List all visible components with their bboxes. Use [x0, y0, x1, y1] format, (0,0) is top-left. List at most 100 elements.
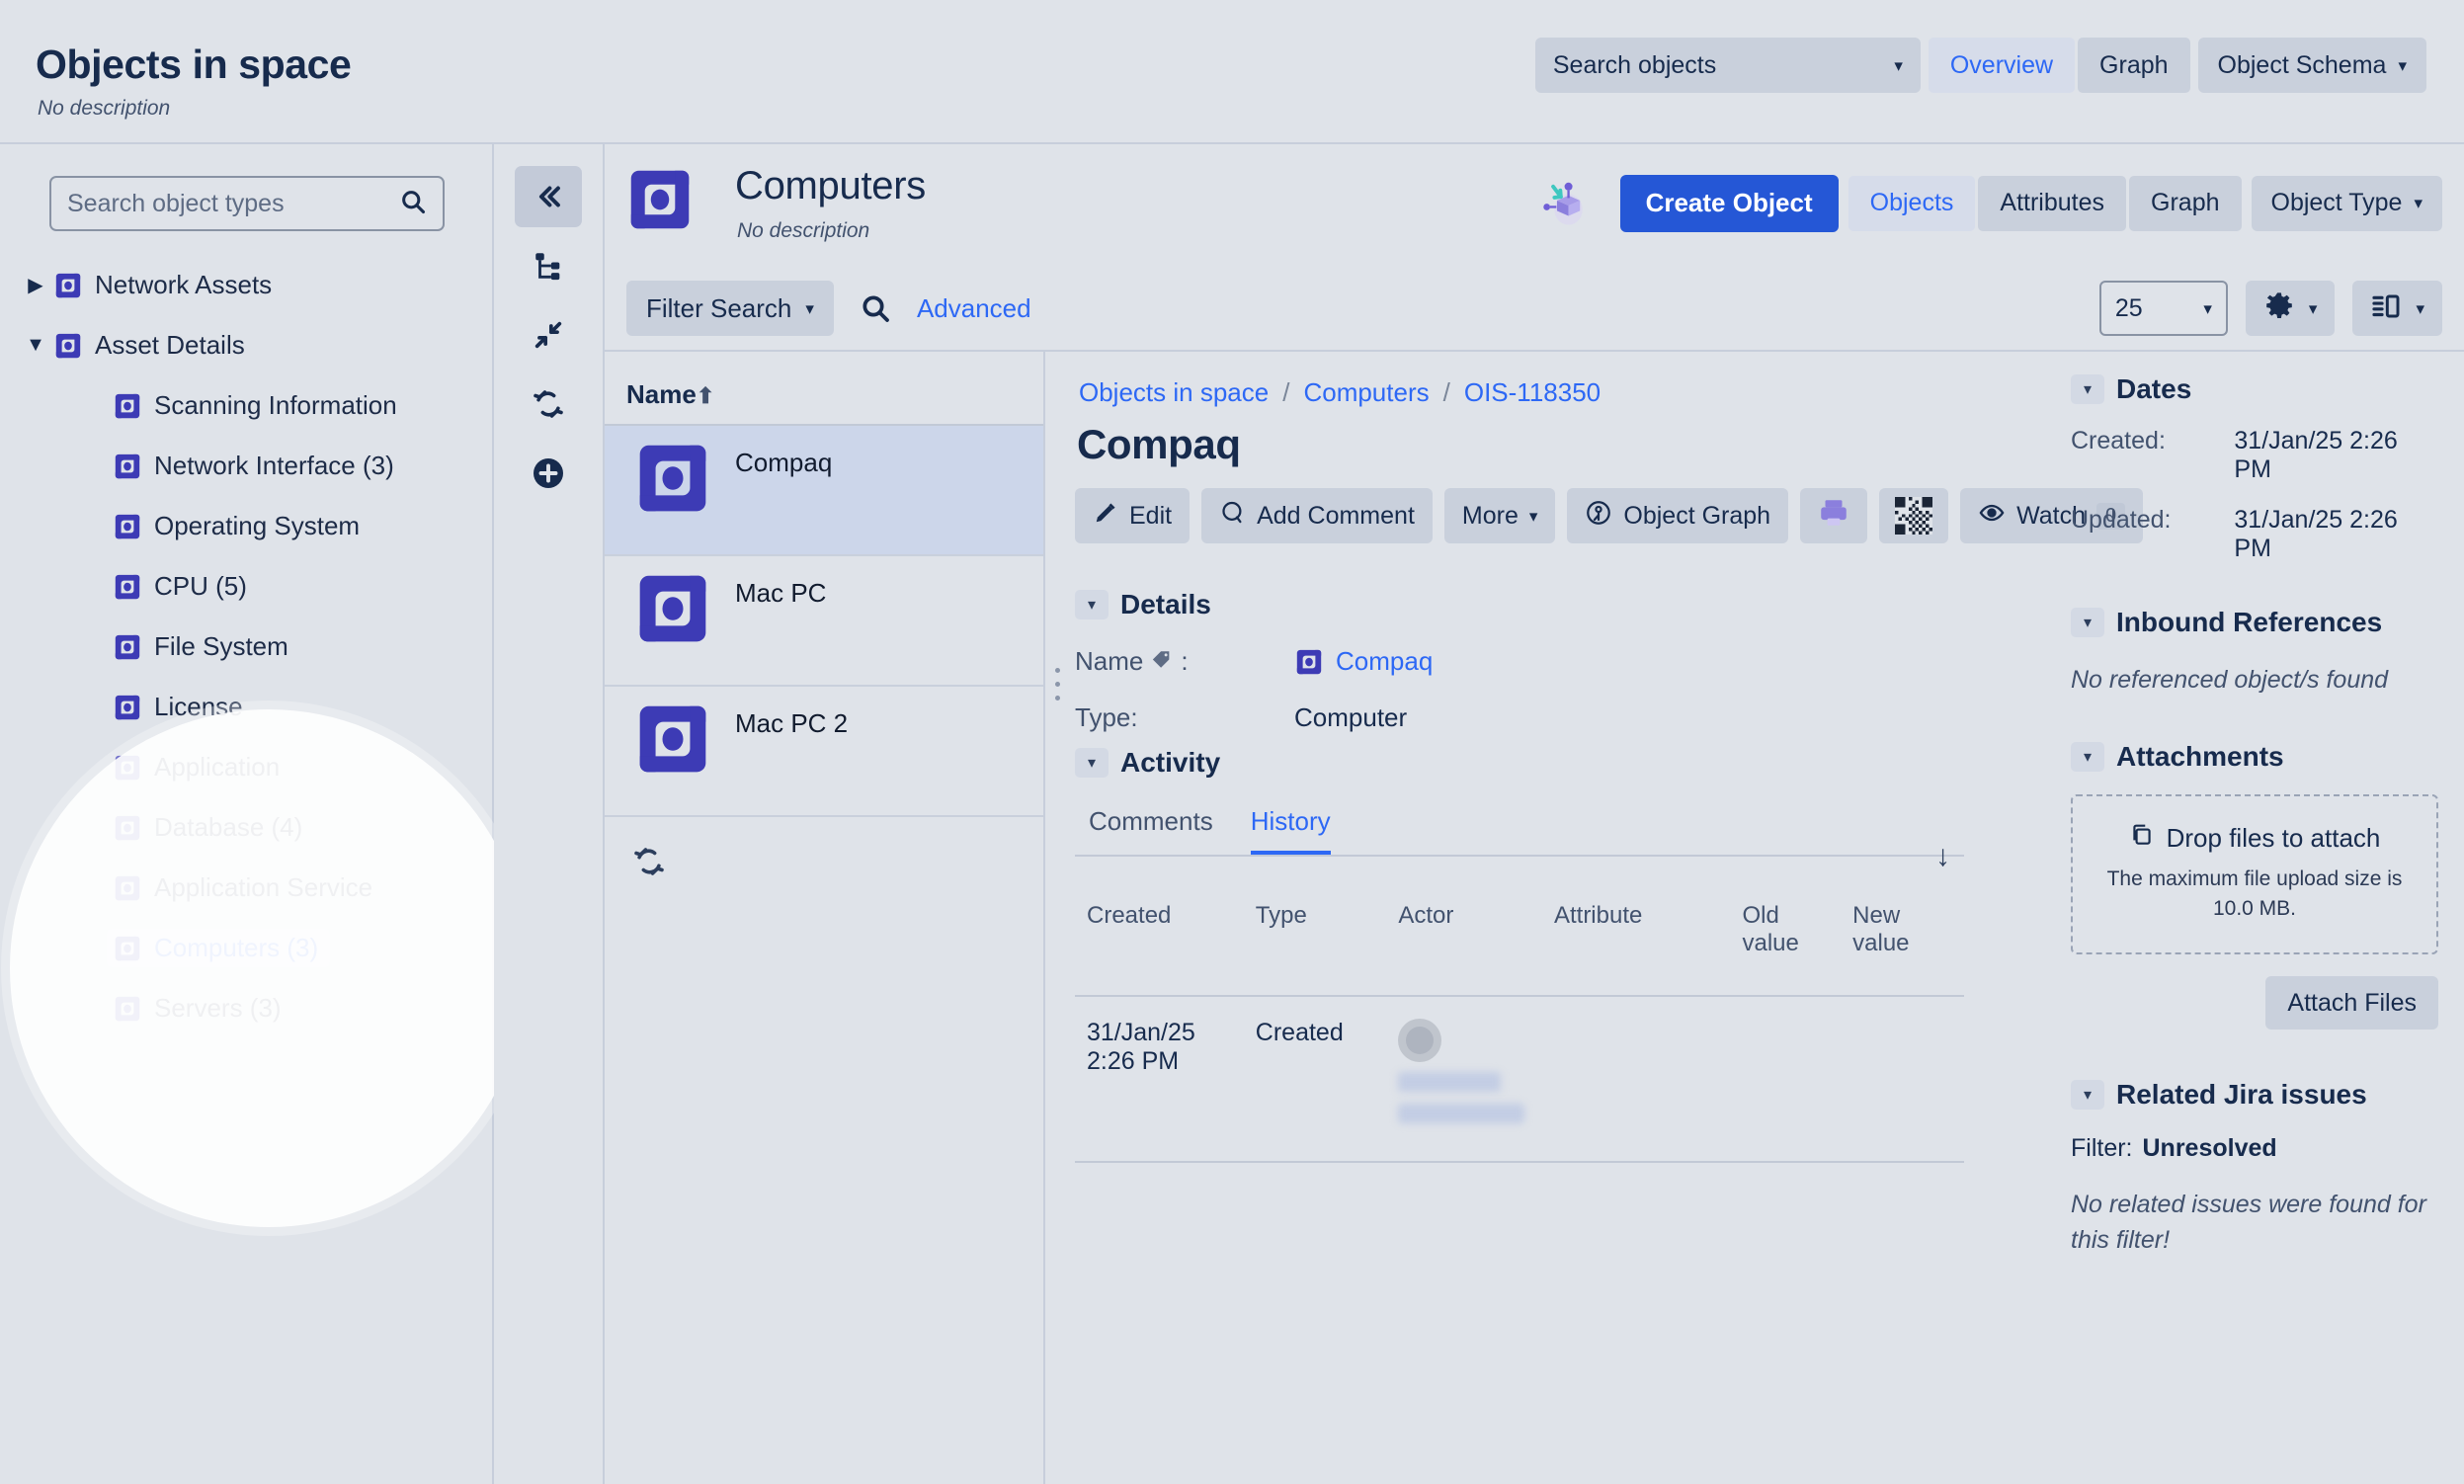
object-schema-menu[interactable]: Object Schema ▾: [2197, 38, 2426, 93]
sidebar-item-label: Application Service: [154, 872, 373, 902]
sort-descending-icon[interactable]: ↓: [1935, 840, 1950, 873]
object-list-column-header[interactable]: Name⬆: [605, 352, 1043, 426]
tree-toggle-icon[interactable]: ▼: [18, 334, 53, 357]
attach-files-button[interactable]: Attach Files: [2265, 976, 2438, 1031]
chevron-down-icon: ▾: [2308, 298, 2318, 318]
sidebar-item-application-service[interactable]: Application Service: [0, 858, 494, 918]
search-objects-select[interactable]: Search objects ▾: [1534, 38, 1921, 93]
tree-toggle-icon[interactable]: ▶: [18, 273, 53, 297]
object-type-icon: [113, 512, 142, 541]
created-label: Created:: [2071, 427, 2166, 454]
table-row[interactable]: 31/Jan/25 2:26 PM Created: [1075, 996, 1964, 1163]
object-type-tabs: Objects Attributes Graph: [1848, 175, 2242, 231]
object-type-icon: [113, 391, 142, 421]
collapse-all-icon[interactable]: [515, 304, 582, 366]
search-icon[interactable]: [860, 292, 891, 324]
advanced-link[interactable]: Advanced: [917, 293, 1031, 324]
tree-structure-icon[interactable]: [515, 235, 582, 296]
history-column-header: Type: [1243, 866, 1387, 997]
object-type-subtitle: No description: [737, 219, 870, 242]
tab-attributes[interactable]: Attributes: [1978, 175, 2127, 231]
search-icon: [399, 188, 427, 220]
attachments-title: Attachments: [2116, 741, 2284, 773]
create-object-button[interactable]: Create Object: [1619, 174, 1839, 232]
sidebar-item-license[interactable]: License: [0, 677, 494, 737]
tab-overview[interactable]: Overview: [1928, 38, 2076, 93]
tab-graph-main[interactable]: Graph: [2129, 175, 2242, 231]
details-section-title: Details: [1120, 589, 1211, 619]
dropzone-label: Drop files to attach: [2166, 823, 2381, 854]
layout-view-button[interactable]: ▾: [2352, 281, 2442, 336]
chevron-down-icon[interactable]: ▾: [2071, 374, 2104, 404]
activity-tabs: Comments History: [1075, 806, 1964, 857]
object-type-menu[interactable]: Object Type ▾: [2251, 175, 2442, 231]
settings-menu-button[interactable]: ▾: [2245, 281, 2336, 336]
tab-history[interactable]: History: [1250, 806, 1331, 855]
chevron-down-icon[interactable]: ▾: [1075, 590, 1109, 619]
refresh-icon[interactable]: [515, 373, 582, 435]
sidebar-item-operating-system[interactable]: Operating System: [0, 496, 494, 556]
chevron-down-icon[interactable]: ▾: [2071, 608, 2104, 637]
sidebar-item-network-assets[interactable]: ▶ Network Assets: [0, 255, 494, 315]
created-row: Created: 31/Jan/25 2:26 PM: [2071, 427, 2438, 484]
breadcrumb-item-schema[interactable]: Objects in space: [1079, 377, 1269, 408]
sidebar-item-application[interactable]: Application: [0, 737, 494, 797]
object-graph-button[interactable]: Object Graph: [1567, 488, 1789, 543]
sidebar-item-cpu-5[interactable]: CPU (5): [0, 556, 494, 617]
object-name-link[interactable]: Compaq: [1336, 646, 1433, 677]
edit-button[interactable]: Edit: [1075, 488, 1191, 543]
object-graph-label: Object Graph: [1623, 501, 1771, 530]
sidebar-item-computers-3[interactable]: Computers (3): [0, 918, 494, 978]
field-type: Type: Computer: [1075, 702, 1905, 733]
field-name: Name : Compaq: [1075, 646, 1905, 677]
chevron-down-icon[interactable]: ▾: [2071, 742, 2104, 773]
filter-search-dropdown[interactable]: Filter Search ▾: [626, 281, 834, 336]
qr-code-button[interactable]: [1879, 488, 1949, 543]
inbound-references-title: Inbound References: [2116, 607, 2383, 637]
object-list-item[interactable]: Compaq: [605, 426, 1043, 556]
chevron-down-icon[interactable]: ▾: [2071, 1080, 2104, 1111]
add-circle-icon[interactable]: [515, 443, 582, 504]
activity-section: ▾ Activity Comments History ↓ Created Ty…: [1075, 747, 1964, 1163]
sidebar-item-servers-3[interactable]: Servers (3): [0, 978, 494, 1038]
sidebar-item-scanning-information[interactable]: Scanning Information: [0, 375, 494, 436]
sidebar-item-asset-details[interactable]: ▼ Asset Details: [0, 315, 494, 375]
tab-objects[interactable]: Objects: [1848, 175, 1976, 231]
sidebar-item-file-system[interactable]: File System: [0, 617, 494, 677]
page-size-select[interactable]: 25 ▾: [2098, 281, 2228, 336]
object-title: Compaq: [1077, 421, 1241, 467]
tab-comments[interactable]: Comments: [1089, 806, 1213, 855]
object-list-item[interactable]: Mac PC 2: [605, 687, 1043, 817]
more-menu-button[interactable]: More ▾: [1443, 488, 1556, 543]
breadcrumb-item-type[interactable]: Computers: [1303, 377, 1429, 408]
object-type-icon: [113, 873, 142, 903]
object-list-item[interactable]: Mac PC: [605, 556, 1043, 687]
object-list-rows: Compaq Mac PC Mac PC 2: [605, 426, 1043, 817]
cell-new-value: [1841, 996, 1964, 1163]
related-jira-header: ▾ Related Jira issues: [2071, 1079, 2438, 1111]
object-list-refresh-icon[interactable]: [605, 817, 666, 878]
field-type-value: Computer: [1294, 702, 1408, 732]
collapse-left-icon[interactable]: [515, 166, 582, 227]
search-object-types-field[interactable]: [49, 176, 445, 231]
attachment-dropzone[interactable]: Drop files to attach The maximum file up…: [2071, 794, 2438, 955]
add-comment-button[interactable]: Add Comment: [1201, 488, 1433, 543]
history-column-header: Attribute: [1541, 866, 1731, 997]
object-type-icon: [53, 331, 83, 361]
search-input[interactable]: [67, 189, 399, 218]
tab-attributes-label: Attributes: [2000, 189, 2105, 216]
breadcrumb-item-key[interactable]: OIS-118350: [1464, 377, 1601, 408]
details-section: ▾ Details Name : Compaq Type: Computer: [1075, 589, 1905, 733]
chevron-down-icon: ▾: [805, 298, 814, 318]
tab-graph[interactable]: Graph: [2078, 38, 2190, 93]
activity-section-title: Activity: [1120, 747, 1221, 778]
sidebar-item-label: Computers (3): [154, 933, 319, 962]
more-label: More: [1461, 501, 1519, 530]
print-label-button[interactable]: [1800, 488, 1868, 543]
object-type-title: Computers: [735, 164, 926, 207]
chevron-down-icon[interactable]: ▾: [1075, 748, 1109, 778]
panel-resize-handle[interactable]: [1055, 668, 1060, 701]
inbound-references-header: ▾ Inbound References: [2071, 607, 2438, 638]
sidebar-item-database-4[interactable]: Database (4): [0, 797, 494, 858]
sidebar-item-network-interface-3[interactable]: Network Interface (3): [0, 436, 494, 496]
